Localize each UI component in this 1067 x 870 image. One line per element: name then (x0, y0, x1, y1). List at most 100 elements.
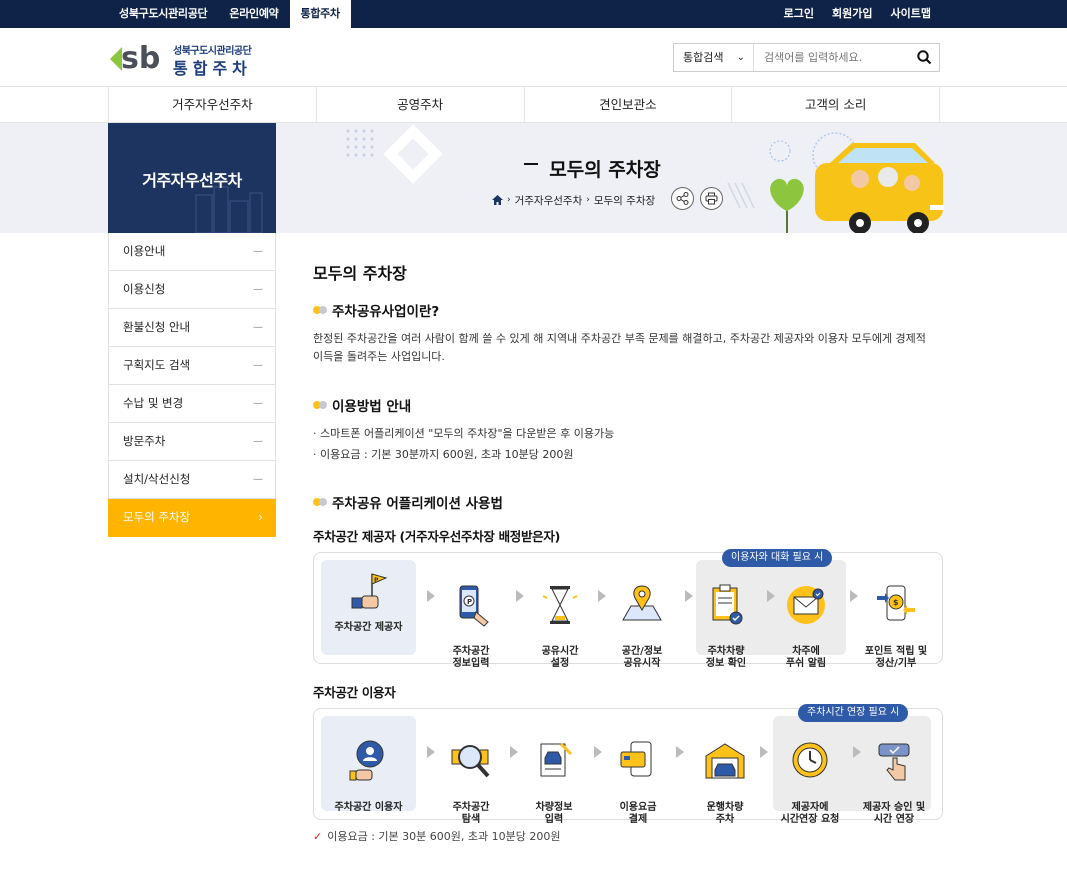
step-label: 공간/정보 공유시작 (621, 646, 663, 669)
user-step-1: 주차공간 이용자 (321, 726, 416, 826)
arrow-right-icon (760, 746, 768, 758)
magnifier-icon (451, 745, 490, 778)
dash-icon: — (253, 322, 263, 333)
dash-icon: — (253, 398, 263, 409)
hero-title: 모두의 주차장 (549, 159, 661, 181)
hourglass-icon (542, 586, 578, 624)
side-nav: 이용안내 — 이용신청 — 환불신청 안내 — 구획지도 검색 — 수납 및 변경 — 방… (108, 233, 276, 537)
side-item-label: 설치/삭선신청 (123, 472, 191, 486)
search-scope-select[interactable]: 통합검색 ⌄ (674, 44, 754, 71)
provider-title: 주차공간 제공자 (거주자우선주차장 배정받은자) (313, 526, 560, 545)
dash-icon: — (253, 436, 263, 447)
dash-icon: — (253, 246, 263, 257)
user-step-4: 이용요금 결제 (599, 726, 677, 838)
breadcrumb-item[interactable]: 모두의 주차장 (594, 193, 655, 208)
check-icon: ✓ (313, 829, 323, 843)
garage-car-icon (705, 743, 745, 779)
side-item-label: 이용안내 (123, 244, 166, 258)
main-nav: 거주자우선주차 공영주차 견인보관소 고객의 소리 (0, 86, 1067, 123)
section-heading-text: 이용방법 안내 (332, 399, 412, 415)
section-heading: 주차공유 어플리케이션 사용법 (313, 492, 503, 512)
share-icon (676, 192, 689, 205)
user-title: 주차공간 이용자 (313, 682, 396, 701)
provider-step-5: 주차차량 정보 확인 (696, 570, 756, 682)
logo-name: 통합주차 (173, 59, 252, 78)
svg-text:P: P (467, 598, 472, 606)
section-heading-text: 주차공유사업이란? (332, 304, 440, 320)
list-item-text: 스마트폰 어플리케이션 "모두의 주차장"을 다운받은 후 이용가능 (320, 427, 615, 440)
user-step-2: 주차공간 탐색 (432, 726, 510, 838)
user-step-6: 제공자에 시간연장 요청 (773, 726, 847, 838)
clock-icon (792, 742, 828, 778)
arrow-right-icon (767, 590, 775, 602)
top-bar: 성북구도시관리공단 온라인예약 통합주차 로그인 회원가입 사이트맵 (0, 0, 1067, 28)
top-link-reservation[interactable]: 온라인예약 (218, 0, 289, 28)
user-step-3: 차량정보 입력 (515, 726, 593, 838)
hand-flag-icon: P (351, 573, 387, 609)
provider-step-4: 공간/정보 공유시작 (603, 570, 681, 682)
site-logo[interactable]: sb 성북구도시관리공단 통합주차 (108, 38, 278, 78)
card-payment-icon (620, 741, 652, 777)
top-link-org[interactable]: 성북구도시관리공단 (108, 0, 218, 28)
nav-tow-storage[interactable]: 견인보관소 (525, 87, 733, 122)
breadcrumb-item[interactable]: 거주자우선주차 (515, 193, 583, 208)
side-item-payment[interactable]: 수납 및 변경 — (108, 385, 276, 423)
bullet-dots-icon (313, 306, 329, 314)
login-link[interactable]: 로그인 (775, 0, 823, 28)
user-step-5: 운행차량 주차 (686, 726, 764, 838)
chevron-right-icon: › (507, 195, 511, 205)
chevron-right-icon: › (258, 510, 263, 524)
step-label: 포인트 적립 및 정산/기부 (864, 646, 928, 669)
nav-resident-parking[interactable]: 거주자우선주차 (109, 87, 317, 122)
mail-notification-icon (787, 586, 825, 624)
bullet-dots-icon (313, 401, 329, 409)
step-label: 차량정보 입력 (535, 802, 573, 825)
side-item-label: 모두의 주차장 (123, 510, 191, 524)
home-icon[interactable] (492, 195, 503, 205)
car-info-icon (540, 742, 573, 777)
bullet-dots-icon (313, 498, 329, 506)
side-item-label: 수납 및 변경 (123, 396, 184, 410)
step-label: 주차공간 탐색 (452, 802, 490, 825)
point-coin-icon: $ (877, 585, 915, 621)
side-item-apply[interactable]: 이용신청 — (108, 271, 276, 309)
search-button[interactable] (909, 44, 939, 71)
section-heading: 주차공유사업이란? (313, 300, 439, 320)
list-item: · 이용요금 : 기본 30분까지 600원, 초과 10분당 200원 (313, 448, 574, 461)
step-label: 운행차량 주차 (706, 802, 744, 825)
svg-text:P: P (374, 577, 379, 584)
print-button[interactable] (700, 187, 723, 210)
fee-note: ✓ 이용요금 : 기본 30분 600원, 초과 10분당 200원 (313, 828, 560, 844)
step-label: 차주에 푸쉬 알림 (785, 646, 827, 669)
map-pin-icon (622, 585, 662, 621)
user-pill: 주차시간 연장 필요 시 (798, 704, 909, 722)
top-link-parking[interactable]: 통합주차 (289, 0, 351, 28)
section-heading: 이용방법 안내 (313, 395, 411, 415)
side-title: 거주자우선주차 (142, 171, 242, 190)
list-item-text: 이용요금 : 기본 30분까지 600원, 초과 10분당 200원 (320, 448, 574, 461)
side-item-install[interactable]: 설치/삭선신청 — (108, 461, 276, 499)
provider-step-7: $ 포인트 적립 및 정산/기부 (856, 570, 936, 682)
side-item-map-search[interactable]: 구획지도 검색 — (108, 347, 276, 385)
signup-link[interactable]: 회원가입 (823, 0, 881, 28)
nav-customer-voice[interactable]: 고객의 소리 (732, 87, 940, 122)
side-item-modu-parking[interactable]: 모두의 주차장 › (108, 499, 276, 537)
share-button[interactable] (671, 187, 694, 210)
user-profile-icon (349, 740, 383, 781)
step-label: 제공자 승인 및 시간 연장 (862, 802, 926, 825)
search-icon (916, 50, 931, 65)
provider-step-2: P 주차공간 정보입력 (432, 570, 510, 682)
step-label: 주차공간 이용자 (334, 802, 403, 813)
provider-step-1: P 주차공간 제공자 (321, 570, 416, 634)
search-input[interactable] (754, 44, 909, 71)
nav-public-parking[interactable]: 공영주차 (317, 87, 525, 122)
step-label: 주차공간 제공자 (334, 622, 403, 633)
provider-title-text: 주차공간 제공자 (거주자우선주차장 배정받은자) (313, 529, 560, 544)
side-item-refund[interactable]: 환불신청 안내 — (108, 309, 276, 347)
provider-step-6: 차주에 푸쉬 알림 (776, 570, 836, 682)
sitemap-link[interactable]: 사이트맵 (882, 0, 940, 28)
side-item-guide[interactable]: 이용안내 — (108, 233, 276, 271)
step-label: 이용요금 결제 (619, 802, 657, 825)
side-item-visitor[interactable]: 방문주차 — (108, 423, 276, 461)
svg-text:$: $ (893, 598, 899, 607)
